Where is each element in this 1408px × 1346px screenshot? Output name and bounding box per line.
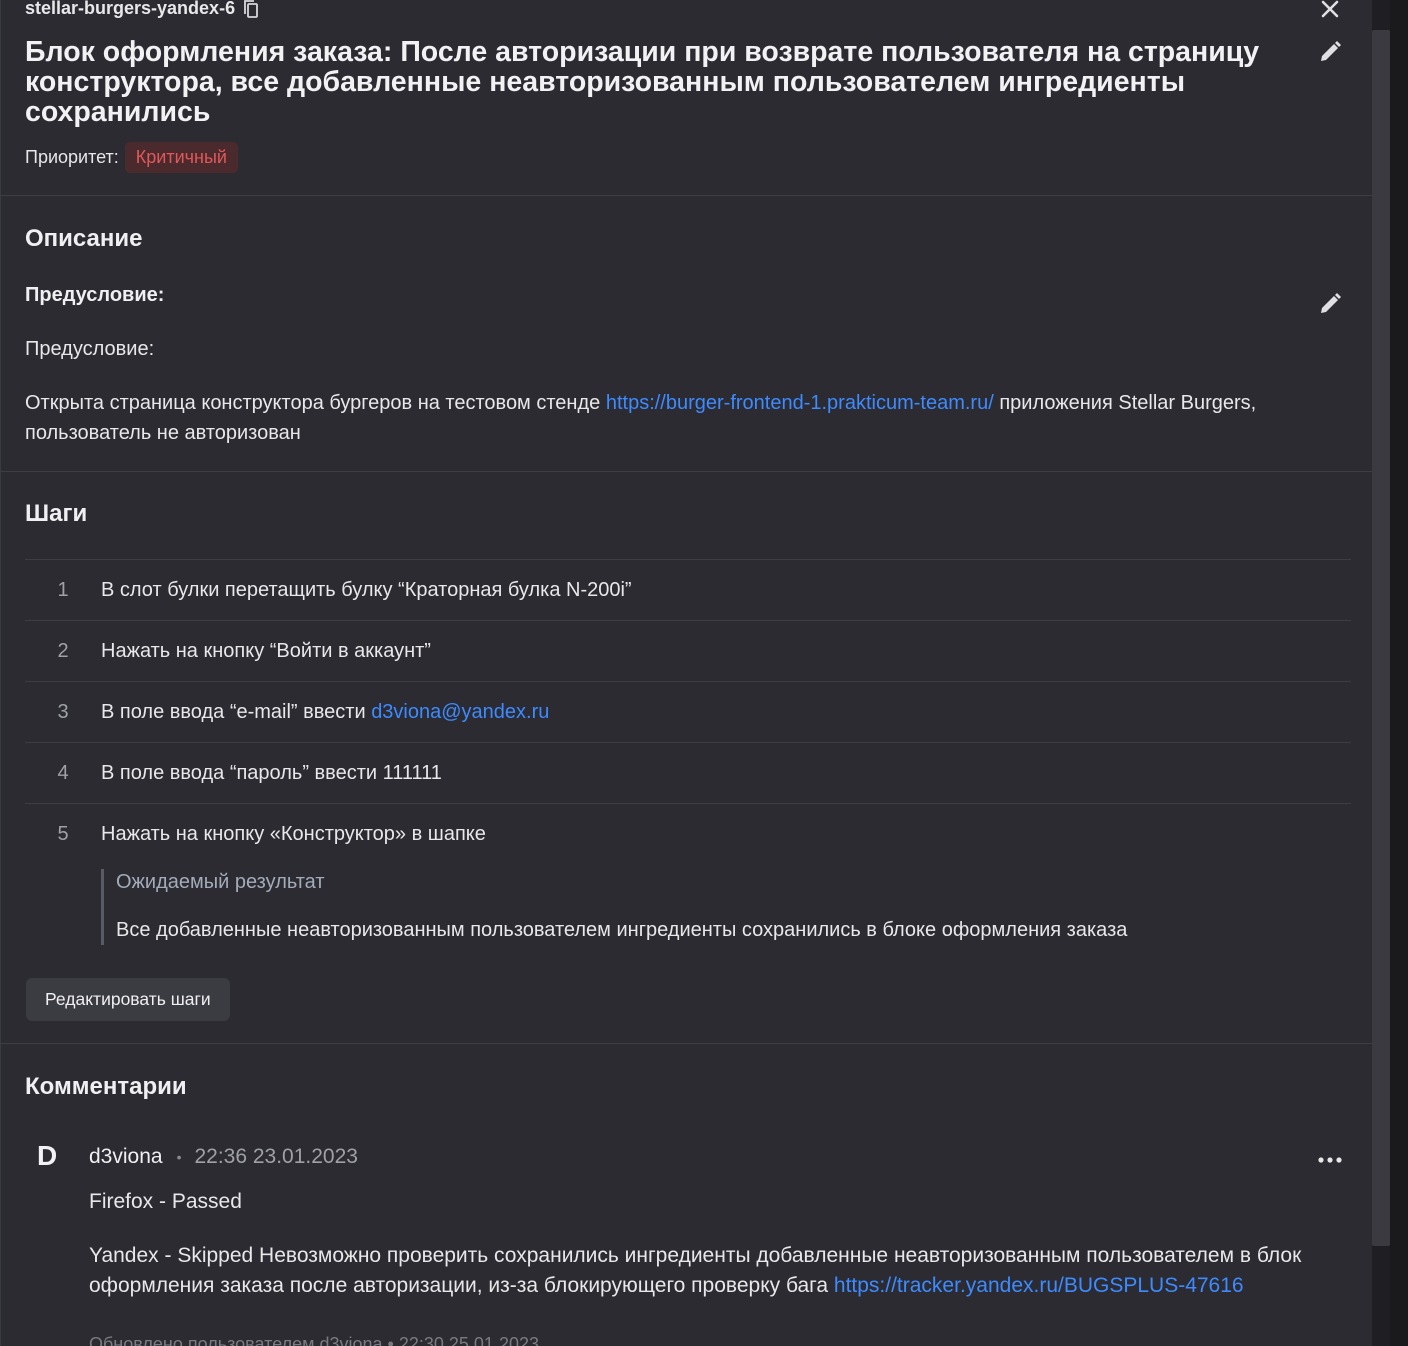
divider <box>1 195 1373 196</box>
step-number: 5 <box>57 822 69 845</box>
expected-result-text: Все добавленные неавторизованным пользов… <box>116 919 1128 941</box>
priority-label: Приоритет: <box>25 147 119 167</box>
more-icon[interactable] <box>1315 1150 1345 1170</box>
comment-text-line: Yandex - Skipped Невозможно проверить со… <box>89 1241 1349 1301</box>
case-id: stellar-burgers-yandex-6 <box>25 0 236 18</box>
close-icon[interactable] <box>1317 0 1343 22</box>
step-row[interactable]: 3 В поле ввода “e-mail” ввести d3viona@y… <box>25 681 1351 742</box>
comment-updated-info: Обновлено пользователем d3viona • 22:30 … <box>89 1334 539 1346</box>
step-row[interactable]: 5 Нажать на кнопку «Конструктор» в шапке <box>25 803 1351 864</box>
step-number: 4 <box>57 761 69 784</box>
comment-text-line: Firefox - Passed <box>89 1190 242 1213</box>
step-number: 3 <box>57 700 69 723</box>
description-text: Открыта страница конструктора бургеров н… <box>25 388 1325 448</box>
step-text: Нажать на кнопку «Конструктор» в шапке <box>101 822 486 845</box>
step-text-part: В поле ввода “e-mail” ввести <box>101 700 372 723</box>
step-text: В поле ввода “пароль” ввести 111111 <box>101 761 442 784</box>
step-text: В поле ввода “e-mail” ввести d3viona@yan… <box>101 701 1351 724</box>
description-heading: Описание <box>25 225 143 252</box>
avatar: D <box>37 1140 58 1171</box>
step-number: 2 <box>57 639 69 662</box>
expected-result-block: Ожидаемый результат Все добавленные неав… <box>101 869 1127 945</box>
test-case-panel: stellar-burgers-yandex-6 Блок оформления… <box>0 0 1373 1346</box>
email-link[interactable]: d3viona@yandex.ru <box>371 701 549 723</box>
step-number: 1 <box>57 578 69 601</box>
precondition-heading: Предусловие: <box>25 284 165 306</box>
step-text: В слот булки перетащить булку “Краторная… <box>101 578 632 601</box>
page-title: Блок оформления заказа: После авторизаци… <box>25 36 1260 128</box>
steps-list: 1 В слот булки перетащить булку “Краторн… <box>25 559 1351 864</box>
steps-heading: Шаги <box>25 500 88 527</box>
divider <box>1 1043 1373 1044</box>
comment-time: 22:36 23.01.2023 <box>194 1145 358 1168</box>
edit-description-pencil-icon[interactable] <box>1317 291 1343 317</box>
comment-header: d3viona • 22:36 23.01.2023 <box>89 1145 358 1169</box>
comments-heading: Комментарии <box>25 1073 187 1100</box>
expected-result-label: Ожидаемый результат <box>116 871 325 893</box>
divider <box>1 471 1373 472</box>
copy-icon[interactable] <box>243 0 261 19</box>
step-text: Нажать на кнопку “Войти в аккаунт” <box>101 639 431 662</box>
case-id-row: stellar-burgers-yandex-6 <box>25 0 261 19</box>
bug-link[interactable]: https://tracker.yandex.ru/BUGSPLUS-47616 <box>834 1274 1244 1297</box>
edit-steps-button[interactable]: Редактировать шаги <box>26 978 230 1021</box>
comment-author[interactable]: d3viona <box>89 1145 163 1169</box>
description-text-before: Открыта страница конструктора бургеров н… <box>25 392 606 414</box>
comment-separator: • <box>176 1149 182 1165</box>
step-row[interactable]: 1 В слот булки перетащить булку “Краторн… <box>25 559 1351 620</box>
priority-row: Приоритет: Критичный <box>25 142 238 173</box>
priority-badge[interactable]: Критичный <box>124 142 238 173</box>
step-row[interactable]: 4 В поле ввода “пароль” ввести 111111 <box>25 742 1351 803</box>
step-row[interactable]: 2 Нажать на кнопку “Войти в аккаунт” <box>25 620 1351 681</box>
edit-title-pencil-icon[interactable] <box>1317 39 1343 65</box>
stand-link[interactable]: https://burger-frontend-1.prakticum-team… <box>606 392 994 414</box>
window-edge <box>1390 0 1408 1346</box>
precondition-label: Предусловие: <box>25 338 155 360</box>
scrollbar-thumb[interactable] <box>1372 30 1390 1246</box>
